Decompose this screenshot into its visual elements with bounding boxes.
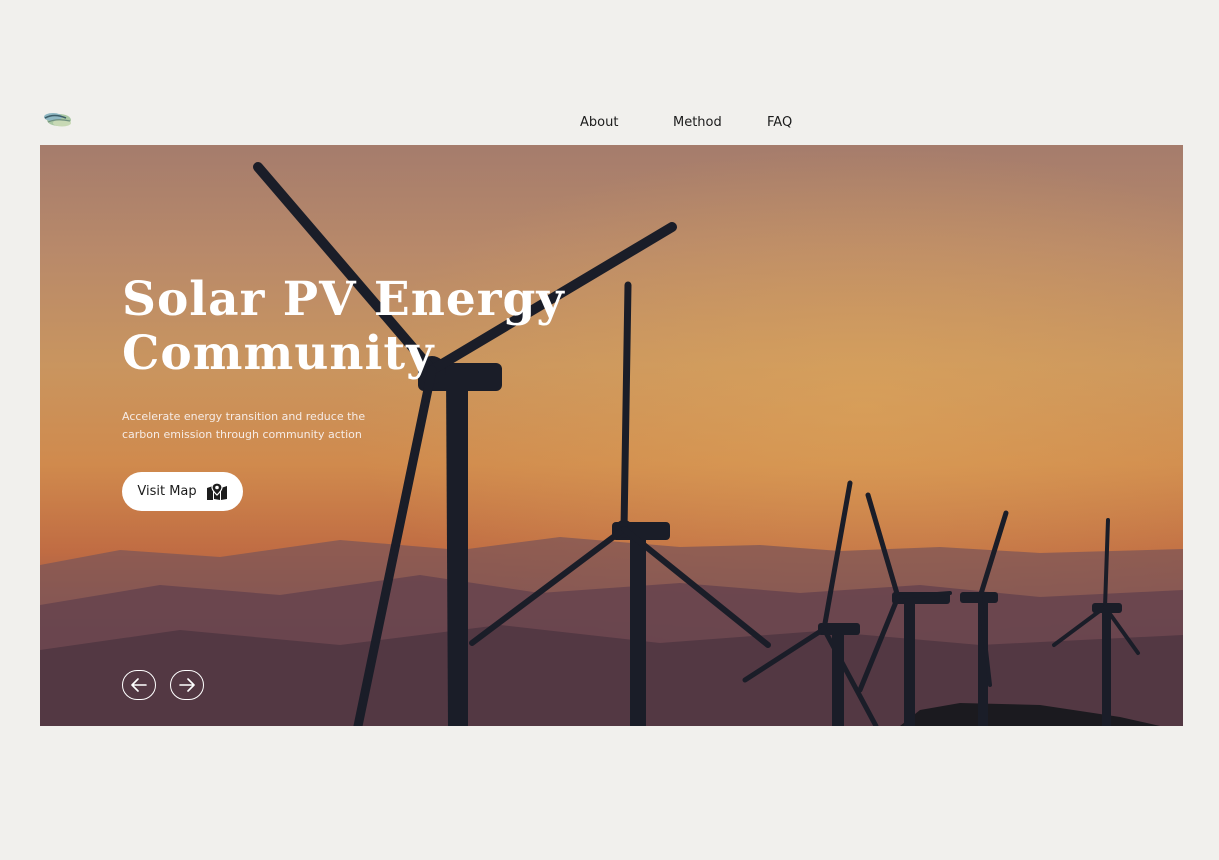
visit-map-label: Visit Map bbox=[137, 484, 197, 499]
nav-method[interactable]: Method bbox=[673, 115, 722, 130]
main-nav: About Method FAQ bbox=[0, 115, 1219, 133]
visit-map-button[interactable]: Visit Map bbox=[122, 472, 243, 511]
hero-subtitle: Accelerate energy transition and reduce … bbox=[122, 410, 366, 441]
arrow-left-icon bbox=[131, 678, 147, 692]
prev-slide-button[interactable] bbox=[122, 670, 156, 700]
hero-title: Solar PV Energy Community bbox=[122, 272, 565, 381]
nav-about[interactable]: About bbox=[580, 115, 618, 130]
arrow-right-icon bbox=[179, 678, 195, 692]
map-location-icon bbox=[206, 482, 228, 501]
next-slide-button[interactable] bbox=[170, 670, 204, 700]
hero-banner: Solar PV Energy Community Accelerate ene… bbox=[40, 145, 1183, 726]
nav-faq[interactable]: FAQ bbox=[767, 115, 792, 130]
